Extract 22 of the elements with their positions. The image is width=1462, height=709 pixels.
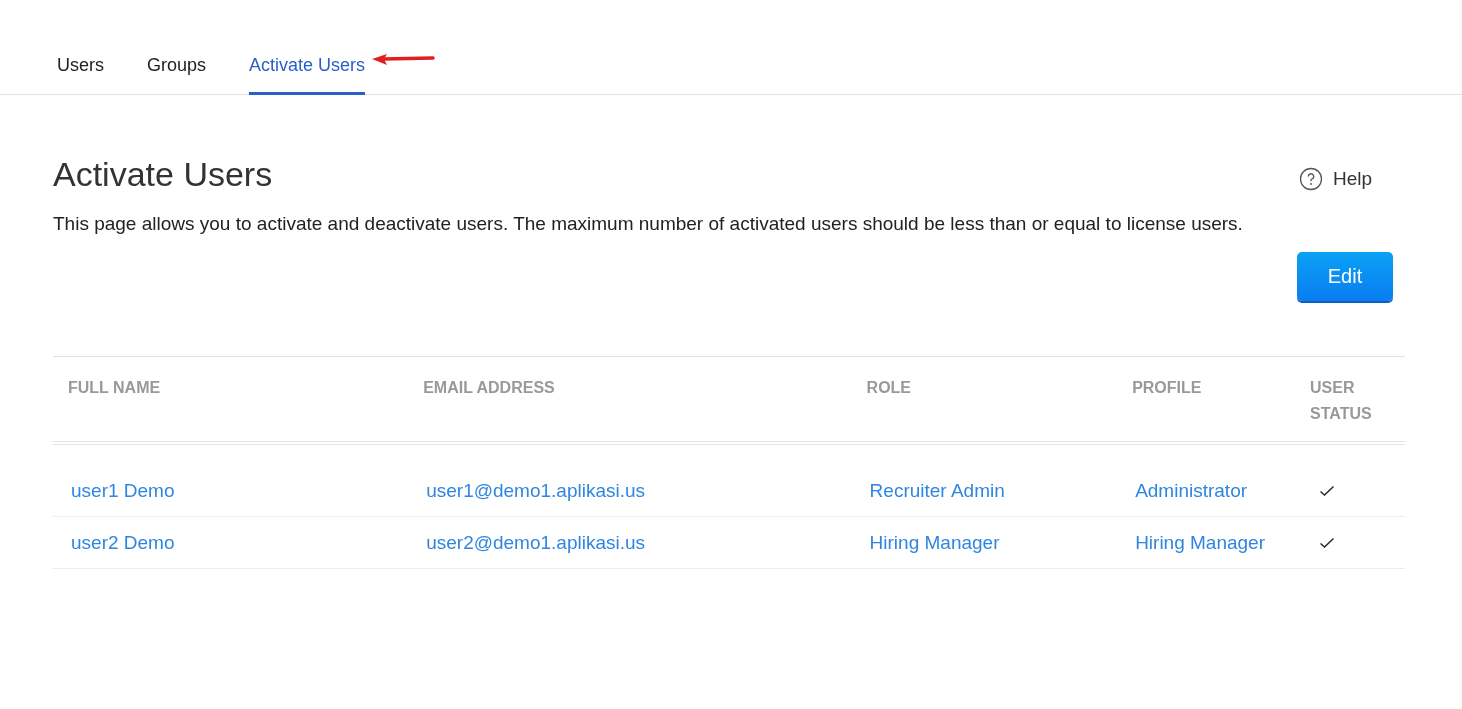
user-name-link[interactable]: user2 Demo xyxy=(71,532,175,553)
tab[interactable]: Activate Users xyxy=(249,55,366,95)
role-link[interactable]: Hiring Manager xyxy=(869,532,1000,553)
email-link[interactable]: user1@demo1.aplikasi.us xyxy=(426,480,646,501)
tab[interactable]: Groups xyxy=(147,55,207,95)
profile-link[interactable]: Hiring Manager xyxy=(1135,532,1266,553)
column-header: USER STATUS xyxy=(1310,378,1373,424)
help-link[interactable]: Help xyxy=(1298,167,1372,191)
tab[interactable]: Users xyxy=(57,55,104,95)
column-header: EMAIL ADDRESS xyxy=(423,378,555,398)
user-name-link[interactable]: user1 Demo xyxy=(71,480,175,501)
role-link[interactable]: Recruiter Admin xyxy=(869,480,1005,501)
column-header: FULL NAME xyxy=(68,378,161,398)
email-link[interactable]: user2@demo1.aplikasi.us xyxy=(426,532,646,553)
column-header: PROFILE xyxy=(1132,378,1202,398)
profile-link[interactable]: Administrator xyxy=(1135,480,1248,501)
column-header: ROLE xyxy=(866,378,912,398)
edit-button[interactable]: Edit xyxy=(1297,252,1393,301)
page-title: Activate Users xyxy=(53,155,273,194)
page-description: This page allows you to activate and deactivate users. The maximum number of activated users should be less than or equal to license users. xyxy=(53,212,1244,236)
annotation-arrow xyxy=(371,53,436,67)
help-icon xyxy=(1298,167,1323,191)
